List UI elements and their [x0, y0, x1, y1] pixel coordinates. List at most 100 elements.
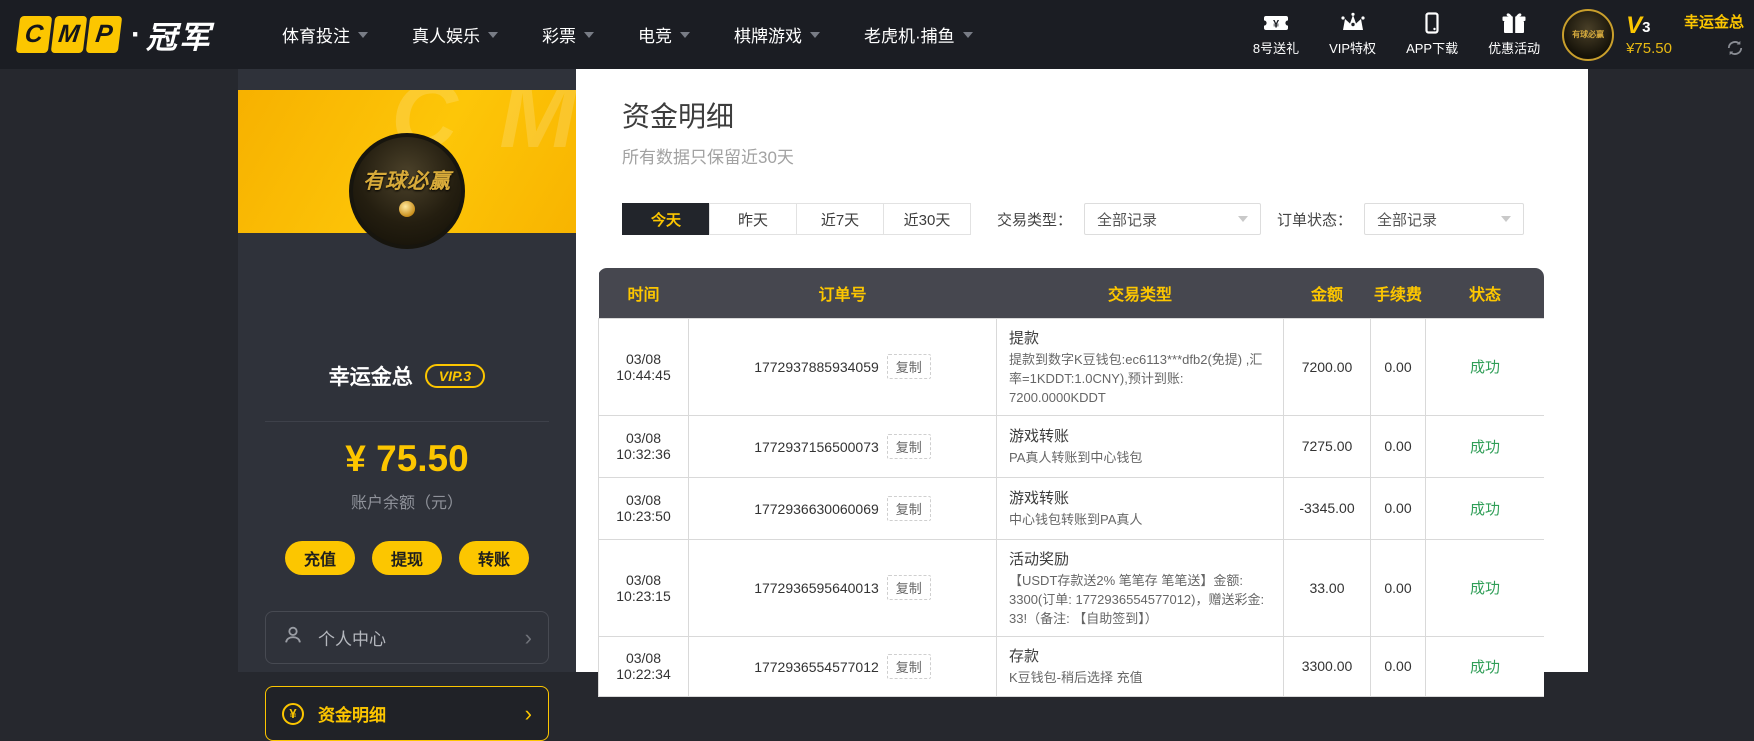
avatar[interactable]: 有球必赢	[1562, 8, 1615, 61]
user-icon	[282, 624, 304, 651]
top-navbar: C M P · 冠军 体育投注 真人娱乐 彩票 电竞 棋牌游戏 老虎机·捕鱼 ¥…	[0, 0, 1754, 69]
nav-item-label: 棋牌游戏	[734, 27, 802, 46]
table-row: 03/08 10:23:15 1772936595640013 复制 活动奖励 【…	[598, 538, 1544, 637]
main-nav: 体育投注 真人娱乐 彩票 电竞 棋牌游戏 老虎机·捕鱼	[260, 22, 995, 47]
cell-amount: -3345.00	[1283, 476, 1371, 540]
avatar-text: 有球必赢	[1572, 30, 1605, 39]
nav-username[interactable]: 幸运金总	[1684, 11, 1744, 32]
transaction-type-select[interactable]: 全部记录	[1084, 203, 1262, 235]
chevron-down-icon	[584, 31, 594, 38]
cell-time: 03/08 10:23:15	[598, 538, 689, 637]
tab-last-30-days[interactable]: 近30天	[883, 203, 971, 235]
vip-badge: VIP.3	[424, 364, 486, 388]
table-row: 03/08 10:32:36 1772937156500073 复制 游戏转账 P…	[598, 414, 1544, 478]
copy-button[interactable]: 复制	[886, 575, 931, 600]
deposit-button[interactable]: 充值	[285, 541, 355, 575]
cell-type: 游戏转账 中心钱包转账到PA真人	[996, 476, 1284, 540]
chevron-down-icon	[1501, 216, 1512, 222]
quicklink-label: VIP特权	[1329, 41, 1377, 56]
brand-logo[interactable]: C M P · 冠军	[15, 12, 212, 57]
table-header-row: 时间 订单号 交易类型 金额 手续费 状态	[598, 268, 1544, 318]
header-amount: 金额	[1310, 286, 1343, 304]
nav-item-board-games[interactable]: 棋牌游戏	[712, 22, 842, 47]
phone-icon	[1419, 12, 1445, 34]
transaction-description: 中心钱包转账到PA真人	[1009, 512, 1143, 527]
copy-button[interactable]: 复制	[886, 653, 931, 679]
withdraw-button[interactable]: 提现	[372, 541, 442, 575]
logo-letter-m: M	[50, 16, 88, 53]
tab-yesterday[interactable]: 昨天	[709, 203, 797, 235]
copy-button[interactable]: 复制	[886, 354, 931, 379]
cell-order: 1772936554577012 复制	[688, 635, 997, 697]
transaction-type: 游戏转账	[1009, 428, 1070, 445]
logo-letter-c: C	[15, 16, 53, 53]
cell-time: 03/08 10:44:45	[598, 317, 689, 416]
nav-item-sports[interactable]: 体育投注	[260, 22, 390, 47]
svg-text:¥: ¥	[1273, 19, 1280, 31]
page-subtitle: 所有数据只保留近30天	[622, 148, 794, 167]
vip-letter: V	[1626, 12, 1643, 40]
status-badge: 成功	[1425, 476, 1544, 540]
cell-type: 提款 提款到数字K豆钱包:ec6113***dfb2(免提) ,汇率=1KDDT…	[996, 317, 1284, 416]
date-range-tabs: 今天 昨天 近7天 近30天	[622, 203, 971, 235]
copy-button[interactable]: 复制	[886, 433, 931, 459]
nav-item-lottery[interactable]: 彩票	[520, 22, 616, 47]
header-status: 状态	[1468, 286, 1501, 304]
order-number: 1772937885934059	[754, 359, 879, 375]
refresh-icon[interactable]	[1726, 40, 1744, 61]
cell-amount: 7200.00	[1283, 317, 1371, 416]
quicklink-app-download[interactable]: APP下载	[1406, 12, 1458, 57]
nav-item-live-casino[interactable]: 真人娱乐	[390, 22, 520, 47]
transaction-description: K豆钱包-稍后选择 充值	[1009, 670, 1143, 685]
quicklink-gift-day8[interactable]: ¥ 8号送礼	[1253, 12, 1299, 57]
order-status-select[interactable]: 全部记录	[1364, 203, 1525, 235]
chevron-right-icon	[525, 703, 532, 725]
cell-type: 游戏转账 PA真人转账到中心钱包	[996, 414, 1284, 478]
order-status-label: 订单状态：	[1277, 211, 1353, 229]
header-type: 交易类型	[1107, 286, 1172, 304]
chevron-down-icon	[810, 31, 820, 38]
page-title: 资金明细	[622, 101, 735, 132]
cell-time: 03/08 10:22:34	[598, 635, 689, 697]
copy-button[interactable]: 复制	[886, 495, 931, 521]
cell-order: 1772937885934059 复制	[688, 317, 997, 416]
cell-amount: 33.00	[1283, 538, 1371, 637]
cell-time: 03/08 10:23:50	[598, 476, 689, 540]
table-row: 03/08 10:44:45 1772937885934059 复制 提款 提款到…	[598, 317, 1544, 416]
cell-order: 1772936595640013 复制	[688, 538, 997, 637]
nav-balance: ¥75.50	[1626, 39, 1672, 57]
cell-order: 1772937156500073 复制	[688, 414, 997, 478]
transfer-button[interactable]: 转账	[459, 541, 529, 575]
nav-item-slots-fishing[interactable]: 老虎机·捕鱼	[842, 22, 995, 47]
tab-last-7-days[interactable]: 近7天	[796, 203, 884, 235]
quicklink-promotions[interactable]: 优惠活动	[1488, 12, 1540, 57]
table-row: 03/08 10:23:50 1772936630060069 复制 游戏转账 中…	[598, 476, 1544, 540]
profile-avatar[interactable]: 有球必赢	[349, 133, 465, 249]
vip-balance: V 3 ¥75.50	[1626, 12, 1672, 57]
sidebar-item-fund-details[interactable]: 资金明细	[265, 686, 549, 741]
profile-username: 幸运金总	[328, 366, 413, 389]
transaction-description: PA真人转账到中心钱包	[1009, 450, 1143, 465]
sidebar-item-label: 个人中心	[318, 630, 386, 649]
ticket-icon: ¥	[1262, 12, 1289, 34]
cell-type: 活动奖励 【USDT存款送2% 笔笔存 笔笔送】金额: 3300(订单: 177…	[996, 538, 1284, 637]
logo-dot: ·	[131, 17, 141, 51]
avatar-text: 有球必赢	[363, 170, 451, 193]
header-fee: 手续费	[1373, 286, 1422, 304]
golden-ball-icon	[399, 201, 415, 217]
sidebar-item-personal-center[interactable]: 个人中心	[265, 611, 549, 664]
tab-today[interactable]: 今天	[622, 203, 710, 235]
wallet-actions: 充值 提现 转账	[238, 541, 576, 575]
cell-fee: 0.00	[1370, 476, 1426, 540]
nav-item-label: 体育投注	[282, 27, 350, 46]
nav-item-esports[interactable]: 电竞	[616, 22, 712, 47]
transaction-type-label: 交易类型：	[997, 211, 1073, 229]
nav-item-label: 真人娱乐	[412, 27, 480, 46]
select-value: 全部记录	[1377, 211, 1438, 229]
chevron-right-icon	[525, 627, 532, 649]
chevron-down-icon	[962, 31, 973, 38]
quicklink-vip[interactable]: VIP特权	[1329, 12, 1376, 57]
vip-number: 3	[1642, 19, 1651, 37]
quicklink-label: 优惠活动	[1488, 41, 1541, 56]
account-balance-label: 账户余额（元）	[350, 495, 463, 512]
